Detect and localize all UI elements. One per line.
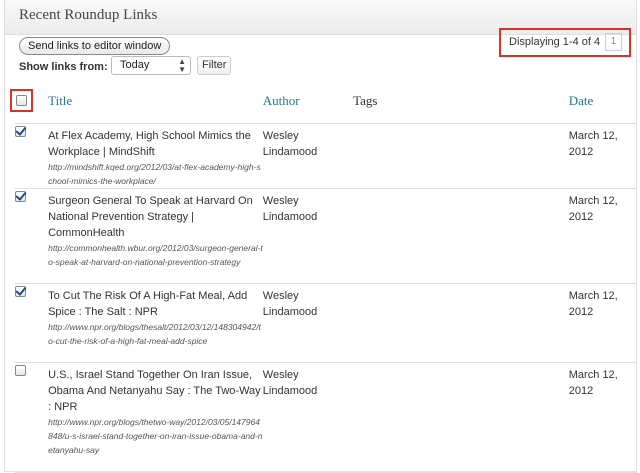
- author-cell: Wesley Lindamood: [262, 123, 354, 189]
- table-row: At Flex Academy, High School Mimics the …: [15, 123, 637, 189]
- author-name: Wesley Lindamood: [262, 369, 318, 397]
- row-checkbox[interactable]: [15, 365, 26, 376]
- link-url: http://www.npr.org/blogs/thesalt/2012/03…: [48, 322, 261, 346]
- select-arrows-icon: ▲ ▼: [178, 57, 186, 74]
- table-header-row: Title Author Tags Date: [10, 79, 637, 124]
- link-title[interactable]: U.S., Israel Stand Together On Iran Issu…: [48, 367, 263, 415]
- tags-cell: [353, 123, 569, 189]
- date-cell: March 12, 2012: [568, 123, 637, 189]
- select-all-cell: [10, 79, 49, 124]
- link-url: http://commonhealth.wbur.org/2012/03/sur…: [48, 243, 263, 267]
- column-header-date[interactable]: Date: [568, 79, 637, 124]
- displaying-count: Displaying 1-4 of 4: [509, 36, 601, 48]
- date-cell: March 12, 2012: [568, 362, 637, 473]
- table-row: To Cut The Risk Of A High-Fat Meal, Add …: [15, 283, 637, 363]
- tags-cell: [353, 362, 569, 473]
- row-checkbox-cell: [15, 123, 49, 189]
- filter-button[interactable]: Filter: [197, 56, 232, 75]
- link-title-cell: At Flex Academy, High School Mimics the …: [48, 123, 263, 189]
- column-header-author[interactable]: Author: [262, 79, 354, 124]
- pagination-highlight: Displaying 1-4 of 4 1: [499, 28, 631, 57]
- date-text: March 12, 2012: [568, 195, 618, 223]
- row-checkbox-cell: [15, 362, 49, 473]
- date-filter-select[interactable]: Today ▲ ▼: [111, 56, 191, 75]
- author-cell: Wesley Lindamood: [262, 362, 354, 473]
- column-header-tags: Tags: [353, 79, 569, 124]
- date-text: March 12, 2012: [568, 130, 618, 158]
- link-url: http://mindshift.kqed.org/2012/03/at-fle…: [48, 162, 261, 186]
- tags-cell: [353, 188, 569, 284]
- date-cell: March 12, 2012: [568, 283, 637, 363]
- links-table: Title Author Tags Date At Flex Academy, …: [10, 79, 637, 473]
- date-cell: March 12, 2012: [568, 188, 637, 284]
- row-checkbox[interactable]: [15, 191, 26, 202]
- current-page-input[interactable]: 1: [605, 33, 622, 51]
- date-text: March 12, 2012: [568, 369, 618, 397]
- tags-cell: [353, 283, 569, 363]
- author-name: Wesley Lindamood: [262, 290, 318, 318]
- link-title[interactable]: Surgeon General To Speak at Harvard On N…: [48, 193, 263, 241]
- table-row: Surgeon General To Speak at Harvard On N…: [15, 188, 637, 284]
- select-all-checkbox[interactable]: [16, 94, 27, 106]
- author-cell: Wesley Lindamood: [262, 188, 354, 284]
- table-row: U.S., Israel Stand Together On Iran Issu…: [15, 362, 637, 473]
- author-name: Wesley Lindamood: [262, 130, 318, 158]
- column-header-title[interactable]: Title: [48, 79, 263, 124]
- row-checkbox-cell: [15, 283, 49, 363]
- author-name: Wesley Lindamood: [262, 195, 318, 223]
- select-all-highlight: [10, 88, 33, 112]
- link-title-cell: To Cut The Risk Of A High-Fat Meal, Add …: [48, 283, 263, 363]
- panel-title: Recent Roundup Links: [19, 7, 158, 23]
- link-title-cell: Surgeon General To Speak at Harvard On N…: [48, 188, 263, 284]
- author-cell: Wesley Lindamood: [262, 283, 354, 363]
- link-title-cell: U.S., Israel Stand Together On Iran Issu…: [48, 362, 263, 473]
- show-links-label: Show links from:: [19, 61, 108, 73]
- row-checkbox[interactable]: [15, 126, 26, 137]
- row-checkbox-cell: [15, 188, 49, 284]
- date-text: March 12, 2012: [568, 290, 618, 318]
- row-checkbox[interactable]: [15, 286, 26, 297]
- link-title[interactable]: To Cut The Risk Of A High-Fat Meal, Add …: [48, 288, 263, 320]
- date-filter-value: Today: [120, 59, 150, 71]
- link-url: http://www.npr.org/blogs/thetwo-way/2012…: [48, 417, 263, 455]
- send-links-button[interactable]: Send links to editor window: [19, 37, 171, 55]
- link-title[interactable]: At Flex Academy, High School Mimics the …: [48, 128, 263, 160]
